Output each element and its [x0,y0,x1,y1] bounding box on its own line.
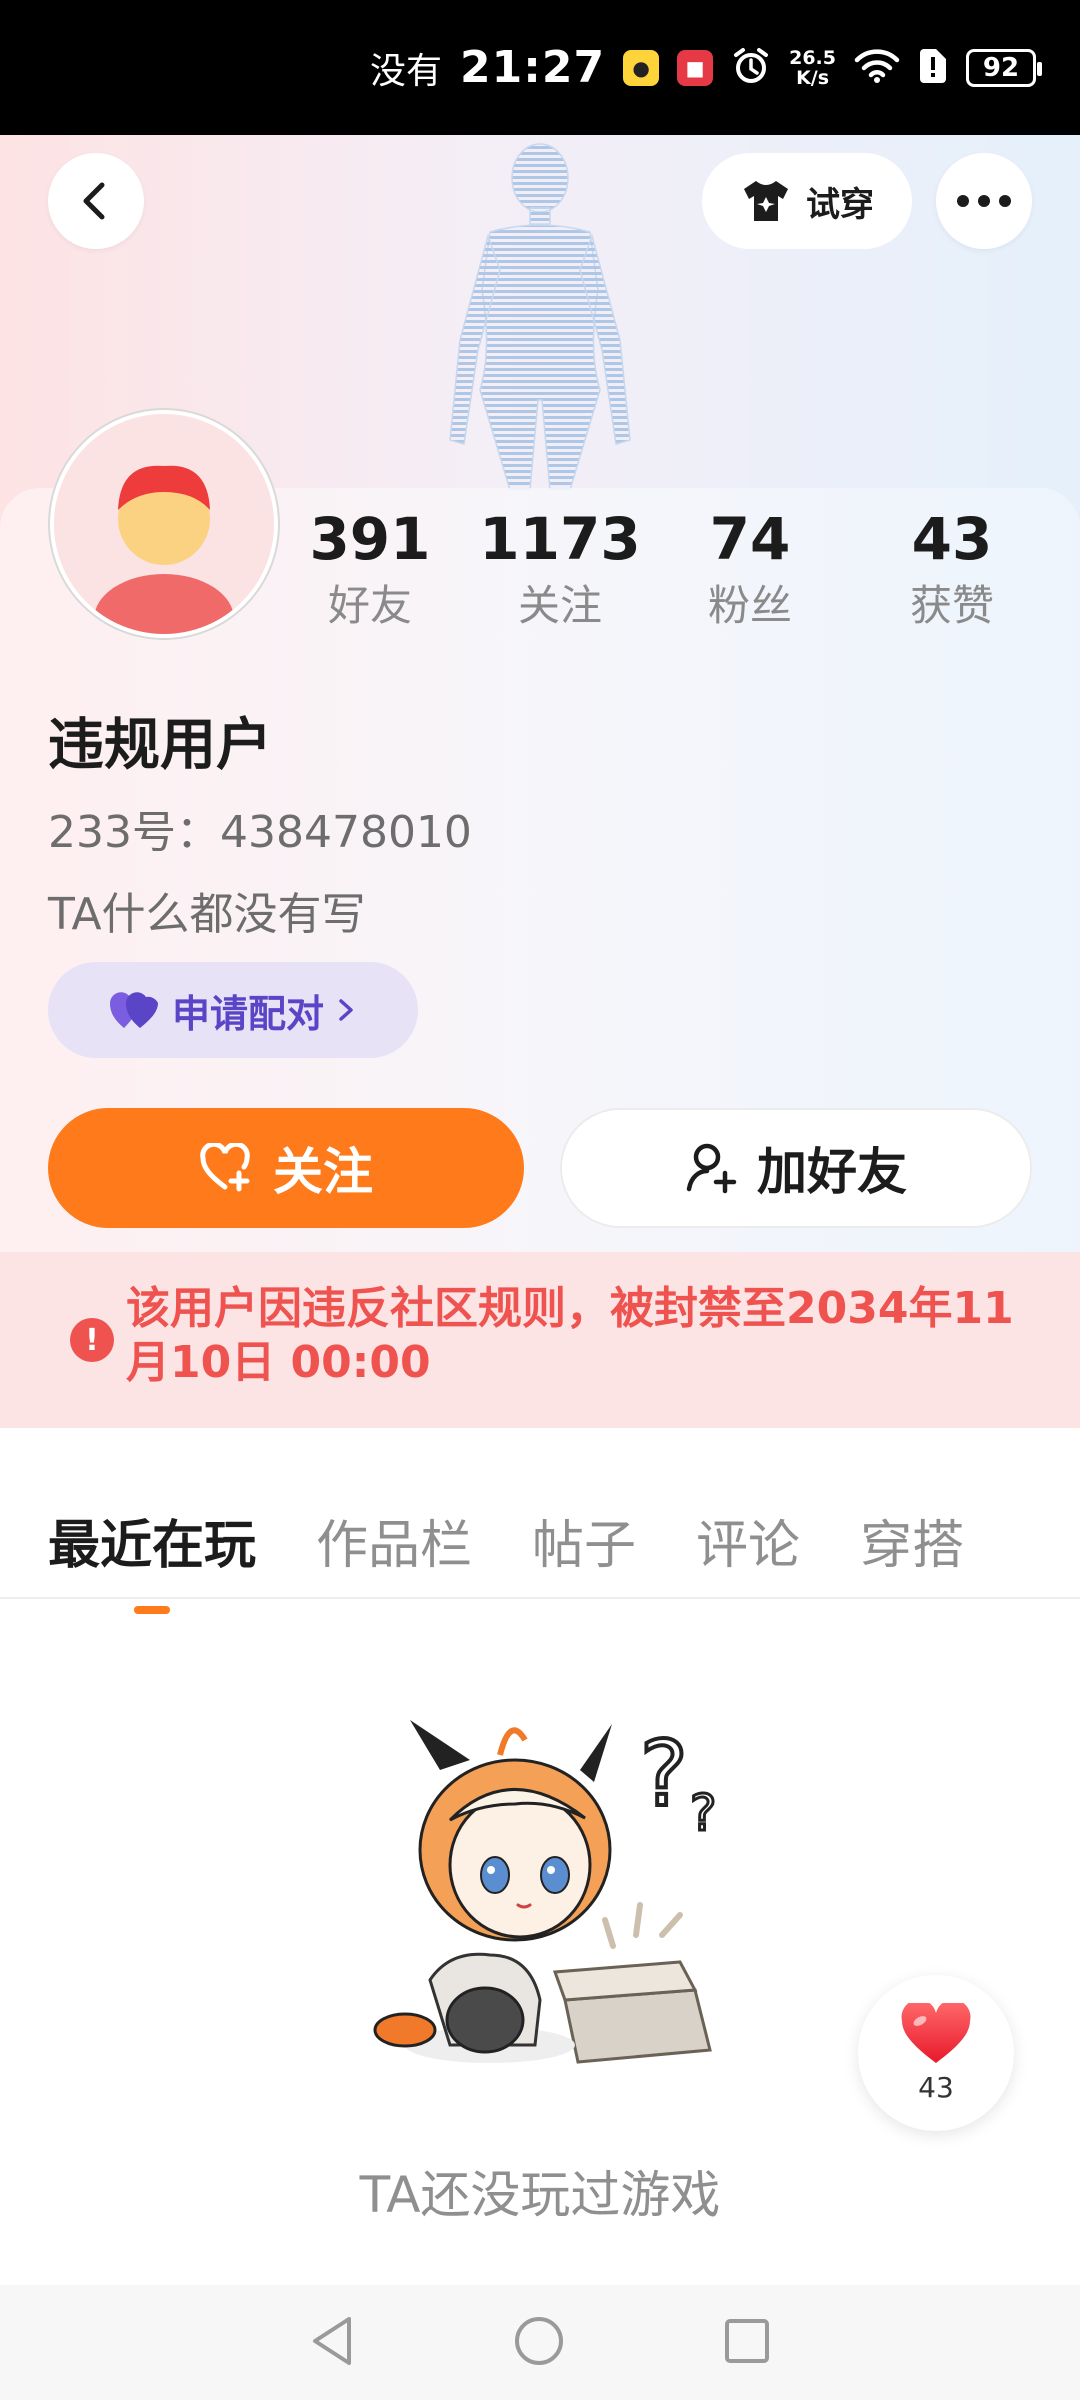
ban-notice-banner: ! 该用户因违反社区规则，被封禁至2034年11月10日 00:00 [0,1252,1080,1428]
bio-text: TA什么都没有写 [48,889,366,940]
triangle-back-icon [313,2316,351,2365]
stat-friends[interactable]: 391 好友 [300,500,440,650]
avatar-hologram-figure [449,143,631,490]
stat-following[interactable]: 1173 关注 [479,500,641,650]
heart-pair-icon [109,992,158,1028]
add-person-icon [686,1143,737,1194]
user-id[interactable]: 233号：438478010 [48,796,472,860]
add-friend-label: 加好友 [757,1143,907,1201]
follow-label: 关注 [273,1143,373,1201]
stat-likes[interactable]: 43 获赞 [892,500,1012,650]
status-bar: 没有 21:27 ● ■ 26.5 K/s 92 [0,0,1080,135]
stat-value: 74 [709,505,791,573]
alert-icon: ! [70,1318,114,1362]
stat-label: 获赞 [909,581,994,630]
svg-text:?: ? [690,1784,717,1842]
more-button[interactable] [936,153,1032,249]
clock: 21:27 [460,42,606,93]
back-button[interactable] [48,153,144,249]
system-navigation-bar [0,2285,1080,2400]
try-on-label: 试穿 [806,184,874,225]
alarm-icon [731,46,771,90]
stat-label: 好友 [327,581,412,630]
square-recents-icon [725,2318,769,2363]
net-speed-unit: K/s [796,66,830,89]
avatar[interactable] [50,410,278,638]
content-card: 最近在玩 作品栏 帖子 评论 穿搭 ? ? TA还没玩过游戏 [0,1465,1080,2285]
nav-recents-button[interactable] [723,2317,771,2369]
nav-back-button[interactable] [309,2315,355,2371]
pair-label: 申请配对 [171,991,324,1036]
empty-state-text: TA还没玩过游戏 [359,2166,721,2224]
stat-followers[interactable]: 74 粉丝 [690,500,810,650]
stat-label: 粉丝 [707,581,792,630]
chevron-right-icon [339,999,353,1021]
carrier-label: 没有 [370,50,443,92]
svg-text:?: ? [640,1722,688,1827]
username: 违规用户 [48,713,272,778]
heart-plus-icon [200,1143,250,1192]
red-app-icon: ■ [677,49,714,86]
stat-value: 391 [309,505,431,573]
heart-icon [901,2002,971,2063]
ban-notice-text: 该用户因违反社区规则，被封禁至2034年11月10日 00:00 [126,1283,1014,1388]
tabs-divider [0,1597,1080,1599]
more-dots-icon [957,195,1011,207]
tab-recently-played[interactable]: 最近在玩 [48,1503,256,1614]
follow-button[interactable]: 关注 [48,1108,524,1228]
profile-tabs: 最近在玩 作品栏 帖子 评论 穿搭 [0,1495,1080,1614]
like-count: 43 [918,2070,954,2104]
net-speed-value: 26.5 [789,46,836,69]
battery-icon: 92 [966,48,1042,87]
stat-value: 1173 [479,505,641,573]
circle-home-icon [515,2316,563,2365]
tab-works[interactable]: 作品栏 [316,1503,472,1578]
tab-posts[interactable]: 帖子 [532,1503,636,1578]
tab-comments[interactable]: 评论 [696,1503,800,1578]
empty-state-illustration: ? ? [373,1720,718,2064]
sim-alert-icon [918,47,948,89]
profile-stats: 391 好友 1173 关注 74 粉丝 43 获赞 [290,500,1050,650]
nav-home-button[interactable] [513,2315,565,2371]
try-on-button[interactable]: 试穿 [702,153,912,249]
wifi-icon [854,48,900,88]
request-pair-button[interactable]: 申请配对 [48,962,418,1058]
tshirt-icon [744,181,788,221]
tab-outfits[interactable]: 穿搭 [860,1503,964,1578]
stat-label: 关注 [517,581,602,630]
yellow-app-icon: ● [623,49,660,86]
default-avatar-icon [54,414,274,634]
stat-value: 43 [911,505,993,573]
like-floating-button[interactable]: 43 [858,1975,1014,2131]
net-speed: 26.5 K/s [789,48,836,88]
back-arrow-icon [83,182,105,220]
add-friend-button[interactable]: 加好友 [560,1108,1032,1228]
